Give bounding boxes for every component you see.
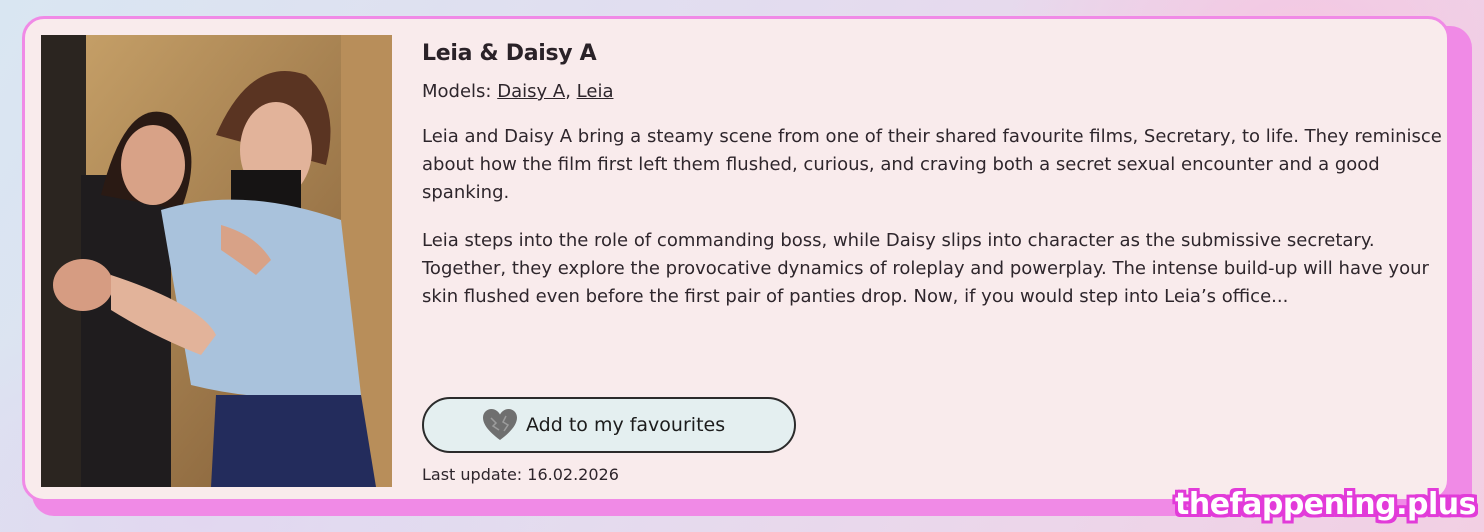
scene-card: Leia & Daisy A Models: Daisy A, Leia Lei… [22,16,1450,502]
scene-details: Leia & Daisy A Models: Daisy A, Leia Lei… [422,39,1442,311]
heart-icon [483,409,517,440]
add-to-favourites-button[interactable]: Add to my favourites [422,397,796,453]
description-paragraph: Leia steps into the role of commanding b… [422,230,1429,307]
scene-description: Leia and Daisy A bring a steamy scene fr… [422,123,1442,311]
model-link-leia[interactable]: Leia [577,81,614,102]
scene-thumbnail[interactable] [41,35,392,487]
scene-title: Leia & Daisy A [422,41,597,66]
description-paragraph: Leia and Daisy A bring a steamy scene fr… [422,126,1442,203]
thumbnail-image [41,35,392,487]
models-label: Models: [422,81,492,102]
site-watermark: thefappening.plus [1175,487,1476,522]
models-separator: , [565,81,577,102]
last-update: Last update: 16.02.2026 [422,465,619,484]
model-link-daisy-a[interactable]: Daisy A [497,81,565,102]
models-line: Models: Daisy A, Leia [422,79,1442,105]
add-to-favourites-label: Add to my favourites [526,414,726,436]
